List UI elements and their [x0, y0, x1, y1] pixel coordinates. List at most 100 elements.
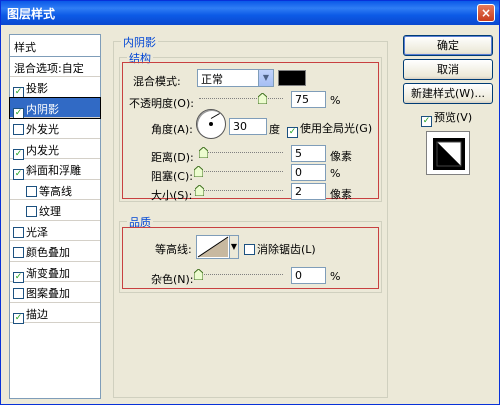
contour-dropdown-icon[interactable]: ▼	[229, 235, 239, 259]
sidebar-item-label: 颜色叠加	[26, 246, 70, 259]
angle-input[interactable]: 30	[229, 118, 267, 135]
checkbox-icon[interactable]: ✓	[421, 116, 432, 127]
blend-mode-value: 正常	[201, 73, 223, 86]
slider-thumb-icon[interactable]	[194, 269, 203, 280]
distance-input[interactable]: 5	[291, 145, 326, 162]
sidebar-item[interactable]: 纹理	[10, 200, 100, 221]
layer-style-dialog: 图层样式 × 样式 混合选项:自定 ✓ 投影 ✓ 内阴影 外发光 ✓ 内发光 ✓ 斜面和浮雕 等高…	[0, 0, 500, 405]
checkbox-icon[interactable]	[26, 185, 37, 197]
title-bar[interactable]: 图层样式 ×	[1, 1, 499, 25]
angle-needle	[210, 113, 220, 119]
opacity-slider[interactable]	[199, 93, 283, 105]
choke-slider[interactable]	[194, 166, 283, 178]
noise-unit: %	[330, 270, 341, 283]
sidebar-item-label: 描边	[26, 307, 48, 321]
size-input[interactable]: 2	[291, 183, 326, 200]
global-light-checkbox[interactable]: ✓ 使用全局光(G)	[287, 120, 372, 138]
contour-picker[interactable]	[196, 235, 230, 259]
shadow-color-swatch[interactable]	[278, 70, 306, 86]
styles-list: 样式 混合选项:自定 ✓ 投影 ✓ 内阴影 外发光 ✓ 内发光 ✓ 斜面和浮雕 等高线 纹理 光泽 颜色…	[9, 34, 101, 399]
noise-slider[interactable]	[194, 269, 283, 281]
distance-slider[interactable]	[199, 147, 283, 159]
sidebar-item-label: 投影	[26, 82, 48, 95]
sidebar-item[interactable]: ✓ 描边	[10, 303, 100, 324]
blend-mode-select[interactable]: 正常 ▼	[197, 69, 274, 87]
choke-unit: %	[330, 167, 341, 180]
checkbox-icon[interactable]: ✓	[13, 107, 24, 119]
cancel-button[interactable]: 取消	[403, 59, 493, 80]
checkbox-icon[interactable]: ✓	[13, 87, 24, 98]
sidebar-item-label: 图案叠加	[26, 287, 70, 300]
choke-input[interactable]: 0	[291, 164, 326, 181]
sidebar-item[interactable]: ✓ 内阴影	[9, 96, 101, 119]
contour-curve-icon	[197, 236, 229, 258]
styles-header[interactable]: 样式	[10, 35, 100, 57]
distance-label: 距离(D):	[151, 151, 194, 164]
contour-label: 等高线:	[155, 243, 192, 256]
checkbox-icon[interactable]	[13, 124, 24, 135]
sidebar-item-label: 光泽	[26, 225, 48, 239]
sidebar-item-label: 外发光	[26, 123, 59, 136]
checkbox-icon[interactable]	[13, 226, 24, 238]
sidebar-item[interactable]: 外发光	[10, 118, 100, 139]
angle-unit: 度	[269, 123, 280, 136]
slider-thumb-icon[interactable]	[258, 93, 267, 104]
sidebar-item[interactable]: ✓ 斜面和浮雕	[10, 159, 100, 180]
sidebar-item[interactable]: 图案叠加	[10, 282, 100, 303]
sidebar-item[interactable]: 颜色叠加	[10, 241, 100, 262]
choke-label: 阻塞(C):	[151, 170, 193, 183]
preview-checkbox[interactable]: ✓ 预览(V)	[421, 109, 472, 127]
checkbox-icon[interactable]: ✓	[13, 169, 24, 180]
antialias-checkbox[interactable]: 消除锯齿(L)	[244, 241, 316, 257]
preview-swatch	[433, 138, 465, 170]
checkbox-icon[interactable]	[26, 206, 37, 217]
angle-label: 角度(A):	[151, 123, 193, 136]
distance-unit: 像素	[330, 150, 352, 163]
section-title: 内阴影	[121, 34, 158, 50]
effects-list: ✓ 投影 ✓ 内阴影 外发光 ✓ 内发光 ✓ 斜面和浮雕 等高线 纹理 光泽 颜色叠加 ✓ 渐变叠加 图案叠加…	[9, 77, 101, 324]
angle-dial[interactable]	[196, 109, 226, 139]
checkbox-icon[interactable]: ✓	[13, 312, 24, 324]
size-slider[interactable]	[194, 185, 283, 197]
new-style-button[interactable]: 新建样式(W)...	[403, 83, 493, 104]
sidebar-item[interactable]: 光泽	[10, 221, 100, 241]
checkbox-icon[interactable]: ✓	[287, 127, 298, 138]
sidebar-item[interactable]: ✓ 投影	[10, 77, 100, 98]
blend-mode-label: 混合模式:	[133, 75, 181, 88]
slider-thumb-icon[interactable]	[194, 166, 203, 177]
sidebar-item-label: 内阴影	[26, 102, 59, 116]
slider-thumb-icon[interactable]	[195, 185, 204, 196]
sidebar-item-label: 斜面和浮雕	[26, 164, 81, 177]
noise-track	[194, 274, 283, 275]
preview-label: 预览(V)	[434, 111, 473, 124]
opacity-track	[199, 98, 283, 99]
sidebar-item-label: 纹理	[39, 205, 61, 218]
checkbox-icon[interactable]: ✓	[13, 271, 24, 283]
size-label: 大小(S):	[151, 189, 193, 202]
blending-options-item[interactable]: 混合选项:自定	[10, 57, 100, 77]
sidebar-item-label: 等高线	[39, 184, 72, 198]
size-track	[194, 190, 283, 191]
preview-bevel-icon	[436, 141, 462, 167]
opacity-input[interactable]: 75	[291, 91, 326, 108]
slider-thumb-icon[interactable]	[199, 147, 208, 158]
ok-button[interactable]: 确定	[403, 35, 493, 56]
global-light-label: 使用全局光(G)	[300, 122, 373, 135]
checkbox-icon[interactable]	[13, 288, 24, 299]
angle-dot	[209, 122, 213, 126]
noise-input[interactable]: 0	[291, 267, 326, 284]
checkbox-icon[interactable]: ✓	[13, 148, 24, 160]
checkbox-icon[interactable]	[244, 244, 255, 255]
choke-track	[194, 171, 283, 172]
style-preview	[426, 131, 470, 175]
sidebar-item[interactable]: 等高线	[10, 180, 100, 200]
opacity-unit: %	[330, 94, 341, 107]
checkbox-icon[interactable]	[13, 247, 24, 258]
chevron-down-icon[interactable]: ▼	[258, 70, 273, 86]
sidebar-item[interactable]: ✓ 渐变叠加	[10, 262, 100, 283]
close-icon[interactable]: ×	[477, 4, 495, 22]
window-title: 图层样式	[7, 7, 56, 21]
distance-track	[199, 152, 283, 153]
sidebar-item-label: 渐变叠加	[26, 266, 70, 280]
sidebar-item[interactable]: ✓ 内发光	[10, 139, 100, 160]
